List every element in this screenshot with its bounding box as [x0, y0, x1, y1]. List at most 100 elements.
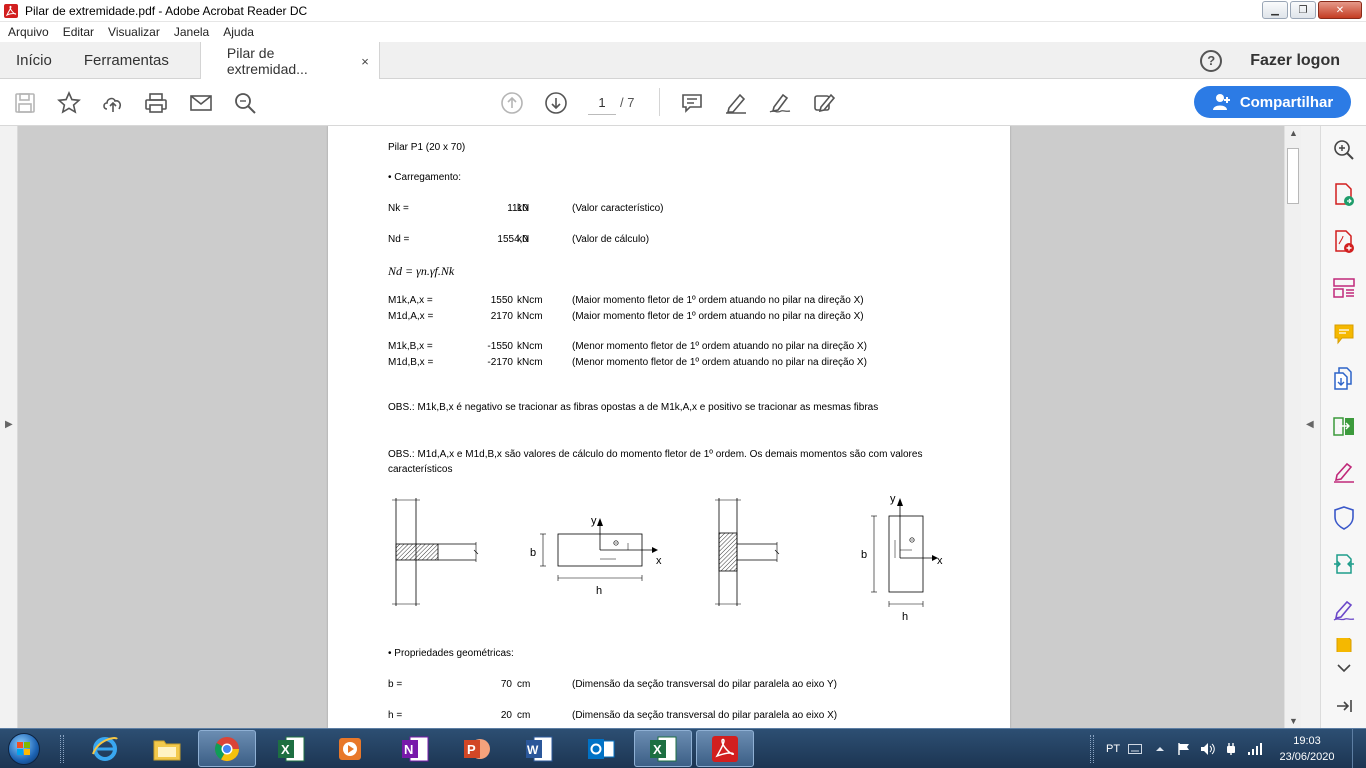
tray-grip: [1090, 735, 1094, 763]
combine-files-icon[interactable]: [1332, 367, 1356, 391]
window-title: Pilar de extremidade.pdf - Adobe Acrobat…: [25, 3, 308, 18]
taskbar-clock[interactable]: 19:03 23/06/2020: [1275, 733, 1339, 765]
tab-document[interactable]: Pilar de extremidad... ×: [199, 42, 380, 80]
acrobat-taskbar-icon[interactable]: [696, 730, 754, 767]
language-indicator[interactable]: PT: [1106, 729, 1120, 768]
create-pdf-icon[interactable]: [1332, 230, 1356, 254]
save-icon[interactable]: [12, 90, 38, 116]
pdf-title: Pilar P1 (20 x 70): [388, 142, 466, 153]
nd-unit: kN: [517, 234, 530, 245]
excel-icon[interactable]: X: [262, 730, 320, 767]
m1kax-desc: (Maior momento fletor de 1º ordem atuand…: [572, 295, 864, 306]
chevron-down-icon[interactable]: [1332, 656, 1356, 680]
nd-formula: Nd = γn.γf.Nk: [388, 264, 455, 278]
share-button[interactable]: Compartilhar: [1194, 86, 1351, 118]
export-pdf-icon[interactable]: [1332, 183, 1356, 207]
onenote-icon[interactable]: N: [386, 730, 444, 767]
start-button[interactable]: [4, 731, 44, 767]
menu-ajuda[interactable]: Ajuda: [223, 25, 254, 39]
word-icon[interactable]: W: [510, 730, 568, 767]
tab-tools[interactable]: Ferramentas: [68, 42, 185, 78]
nk-desc: (Valor característico): [572, 203, 664, 214]
show-desktop-button[interactable]: [1352, 729, 1366, 768]
left-nav-collapse[interactable]: ▶: [0, 126, 18, 728]
right-pane-collapse[interactable]: ◀: [1301, 126, 1320, 728]
svg-text:X: X: [653, 742, 662, 757]
minimize-button[interactable]: ▁: [1262, 1, 1288, 19]
fill-sign-icon[interactable]: [811, 90, 837, 116]
comment-tool-icon[interactable]: [1332, 322, 1356, 346]
pdf-section-geometry: • Propriedades geométricas:: [388, 648, 514, 659]
close-window-button[interactable]: ✕: [1318, 1, 1362, 19]
h-unit: cm: [517, 710, 531, 721]
figure-section-vertical: y x b h: [861, 493, 943, 623]
optimize-pdf-icon[interactable]: [1332, 552, 1356, 576]
scroll-thumb[interactable]: [1287, 148, 1299, 204]
toolbar: 1 / 7: [0, 79, 1366, 126]
fill-sign-tool-icon[interactable]: [1332, 460, 1356, 484]
action-center-flag-icon[interactable]: [1177, 729, 1191, 768]
network-signal-icon[interactable]: [1247, 729, 1263, 768]
page-total: / 7: [620, 95, 635, 110]
fig2-h-label: h: [596, 585, 602, 597]
menu-janela[interactable]: Janela: [174, 25, 209, 39]
next-page-icon[interactable]: [543, 90, 569, 116]
scroll-down-icon[interactable]: ▼: [1289, 716, 1298, 726]
organize-pages-icon[interactable]: [1332, 276, 1356, 300]
upload-cloud-icon[interactable]: [100, 90, 126, 116]
expand-left-icon[interactable]: ▶: [5, 419, 13, 430]
tray-chevron-up-icon[interactable]: [1155, 729, 1165, 768]
previous-page-icon[interactable]: [499, 90, 525, 116]
collapse-panel-icon[interactable]: [1332, 694, 1356, 718]
page-number-input[interactable]: 1: [588, 91, 616, 115]
pdf-page: Pilar P1 (20 x 70) • Carregamento: Nk = …: [328, 126, 1010, 728]
zoom-icon[interactable]: [1332, 138, 1356, 162]
collapse-right-icon[interactable]: ◀: [1306, 419, 1314, 430]
fig2-y-label: y: [591, 515, 597, 527]
b-desc: (Dimensão da seção transversal do pilar …: [572, 679, 837, 690]
protect-shield-icon[interactable]: [1332, 506, 1356, 530]
svg-text:P: P: [467, 742, 476, 757]
powerpoint-icon[interactable]: P: [448, 730, 506, 767]
print-icon[interactable]: [143, 90, 169, 116]
nd-label: Nd =: [388, 234, 410, 245]
excel-window-icon[interactable]: X: [634, 730, 692, 767]
scroll-up-icon[interactable]: ▲: [1289, 128, 1298, 138]
login-link[interactable]: Fazer logon: [1250, 52, 1340, 70]
document-workspace: ▶ Pilar P1 (20 x 70) • Carregamento: Nk …: [0, 126, 1320, 728]
comment-icon[interactable]: [679, 90, 705, 116]
fig2-x-label: x: [656, 555, 662, 567]
send-for-signature-icon[interactable]: [1332, 598, 1356, 622]
nd-desc: (Valor de cálculo): [572, 234, 650, 245]
tools-panel: [1320, 126, 1366, 728]
help-icon[interactable]: ?: [1200, 49, 1223, 72]
file-explorer-icon[interactable]: [138, 730, 196, 767]
menu-visualizar[interactable]: Visualizar: [108, 25, 160, 39]
internet-explorer-icon[interactable]: [76, 730, 134, 767]
power-plug-icon[interactable]: [1224, 729, 1238, 768]
keyboard-icon[interactable]: [1128, 729, 1142, 768]
h-label: h =: [388, 710, 403, 721]
windows-taskbar: X N P W X PT 19:03 23/06/2020: [0, 728, 1366, 768]
volume-icon[interactable]: [1200, 729, 1216, 768]
more-tools-icon[interactable]: [1332, 638, 1356, 652]
compare-files-icon[interactable]: [1332, 414, 1356, 438]
vertical-scrollbar[interactable]: ▲ ▼: [1284, 126, 1301, 728]
svg-text:W: W: [527, 743, 539, 757]
tab-bar: Início Ferramentas Pilar de extremidad..…: [0, 42, 1366, 80]
highlight-pen-icon[interactable]: [723, 90, 749, 116]
chrome-icon[interactable]: [198, 730, 256, 767]
video-player-icon[interactable]: [322, 730, 380, 767]
restore-button[interactable]: ❐: [1290, 1, 1316, 19]
fig4-h-label: h: [902, 611, 908, 623]
menu-editar[interactable]: Editar: [63, 25, 94, 39]
outlook-icon[interactable]: [572, 730, 630, 767]
tab-home[interactable]: Início: [0, 42, 68, 78]
m1dax-label: M1d,A,x =: [388, 311, 434, 322]
search-icon[interactable]: [232, 90, 258, 116]
sign-icon[interactable]: [767, 90, 793, 116]
bookmark-star-icon[interactable]: [56, 90, 82, 116]
menu-arquivo[interactable]: Arquivo: [8, 25, 49, 39]
email-icon[interactable]: [188, 90, 214, 116]
tab-close-icon[interactable]: ×: [361, 54, 369, 69]
